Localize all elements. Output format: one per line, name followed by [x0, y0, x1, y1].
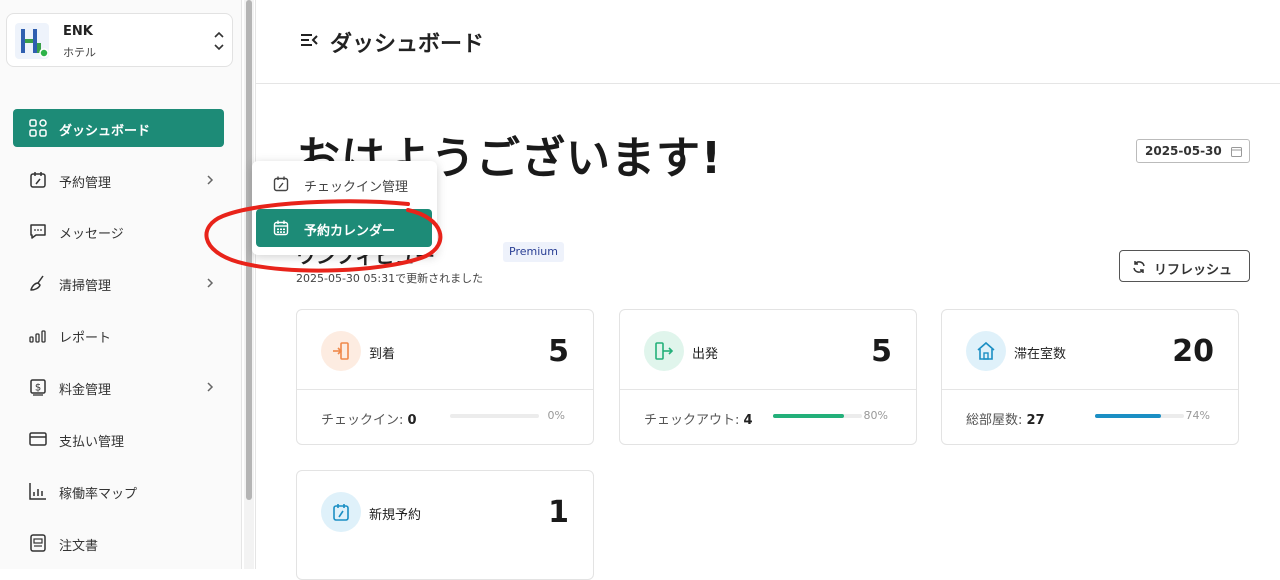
divider	[255, 0, 256, 569]
message-icon	[30, 224, 46, 239]
card-label: 出発	[692, 347, 719, 362]
card-sub: 総部屋数: 27	[966, 409, 1045, 428]
date-picker[interactable]: 2025-05-30	[1136, 139, 1250, 163]
sidebar-item-occupancy-map[interactable]: 稼働率マップ	[13, 472, 224, 510]
sidebar-item-reports[interactable]: レポート	[13, 316, 224, 354]
progress-bar	[450, 414, 539, 418]
progress-percent: 80%	[863, 409, 888, 422]
menu-collapse-icon[interactable]	[300, 31, 318, 49]
card-icon-bg	[321, 331, 361, 371]
card-value: 5	[548, 334, 569, 369]
svg-text:$: $	[35, 383, 41, 394]
document-icon	[30, 534, 46, 552]
chevron-right-icon	[207, 278, 214, 288]
home-icon	[977, 341, 995, 360]
divider	[620, 389, 916, 390]
chevron-right-icon	[207, 382, 214, 392]
header: ダッシュボード	[256, 0, 1280, 84]
card-sub-value: 27	[1026, 413, 1045, 428]
card-sub: チェックイン: 0	[321, 409, 417, 428]
calendar-icon	[30, 172, 46, 188]
sidebar-item-cleaning[interactable]: 清掃管理	[13, 264, 224, 302]
page-title: ダッシュボード	[330, 32, 485, 57]
card-icon-bg	[321, 492, 361, 532]
progress-bar	[773, 414, 862, 418]
sidebar-item-label: レポート	[59, 331, 112, 346]
card-label: 到着	[369, 347, 396, 362]
card-label: 滞在室数	[1014, 347, 1067, 362]
card-sub-value: 0	[407, 413, 417, 428]
stat-card-new-bookings: 新規予約 1	[296, 470, 594, 580]
calendar-icon	[1231, 147, 1242, 157]
progress-percent: 0%	[547, 409, 565, 422]
card-value: 20	[1172, 334, 1214, 369]
divider	[297, 389, 593, 390]
sidebar-item-label: ダッシュボード	[59, 124, 151, 139]
org-switcher[interactable]: ENK ホテル	[6, 13, 233, 67]
progress-percent: 74%	[1185, 409, 1210, 422]
calendar-icon	[273, 176, 289, 192]
calendar-icon	[333, 504, 349, 521]
chevron-right-icon	[207, 175, 214, 185]
sidebar: ENK ホテル ダッシュボード 予約管理 メッセージ 清掃管理 レポート $ 料…	[0, 0, 242, 569]
door-enter-icon	[333, 342, 349, 360]
progress-fill	[1095, 414, 1161, 418]
refresh-label: リフレッシュ	[1154, 263, 1233, 278]
premium-badge: Premium	[503, 242, 564, 262]
sidebar-item-orders[interactable]: 注文書	[13, 524, 224, 562]
refresh-button[interactable]: リフレッシュ	[1119, 250, 1250, 282]
sidebar-item-label: 料金管理	[59, 383, 112, 398]
date-value: 2025-05-30	[1145, 144, 1222, 158]
dollar-icon: $	[30, 379, 46, 396]
card-label: 新規予約	[369, 508, 422, 523]
broom-icon	[30, 275, 44, 291]
card-sub-value: 4	[743, 413, 753, 428]
sidebar-item-label: 予約管理	[59, 176, 112, 191]
card-sub-label: チェックイン:	[321, 413, 404, 428]
sidebar-item-label: 稼働率マップ	[59, 487, 138, 502]
card-value: 1	[548, 495, 569, 530]
refresh-icon	[1133, 261, 1145, 273]
sidebar-item-label: 支払い管理	[59, 435, 125, 450]
sidebar-item-reservations[interactable]: 予約管理	[13, 161, 224, 199]
chart-icon	[29, 483, 46, 500]
divider	[942, 389, 1238, 390]
hotel-logo-icon	[15, 23, 49, 59]
sidebar-item-dashboard[interactable]: ダッシュボード	[13, 109, 224, 147]
menu-item-label: チェックイン管理	[304, 180, 409, 195]
org-name: ENK	[63, 24, 93, 39]
sidebar-item-pricing[interactable]: $ 料金管理	[13, 368, 224, 406]
credit-card-icon	[29, 432, 47, 446]
progress-bar	[1095, 414, 1184, 418]
card-icon-bg	[966, 331, 1006, 371]
progress-fill	[773, 414, 845, 418]
annotation-circle	[204, 199, 443, 273]
card-icon-bg	[644, 331, 684, 371]
bar-chart-icon	[29, 330, 46, 343]
chevron-updown-icon	[214, 31, 224, 51]
sidebar-item-messages[interactable]: メッセージ	[13, 212, 224, 250]
stat-card-departures: 出発 5 チェックアウト: 4 80%	[619, 309, 917, 445]
grid-icon	[29, 119, 47, 137]
card-sub: チェックアウト: 4	[644, 409, 753, 428]
sidebar-item-payments[interactable]: 支払い管理	[13, 420, 224, 458]
sidebar-item-label: 注文書	[59, 539, 99, 554]
sidebar-item-label: メッセージ	[59, 227, 124, 242]
door-exit-icon	[655, 342, 674, 360]
org-type: ホテル	[63, 46, 96, 59]
stat-card-occupied-rooms: 滞在室数 20 総部屋数: 27 74%	[941, 309, 1239, 445]
stat-card-arrivals: 到着 5 チェックイン: 0 0%	[296, 309, 594, 445]
sidebar-item-label: 清掃管理	[59, 279, 112, 294]
sidebar-scrollbar[interactable]	[244, 0, 254, 569]
card-value: 5	[871, 334, 892, 369]
card-sub-label: 総部屋数:	[966, 413, 1023, 428]
card-sub-label: チェックアウト:	[644, 413, 740, 428]
